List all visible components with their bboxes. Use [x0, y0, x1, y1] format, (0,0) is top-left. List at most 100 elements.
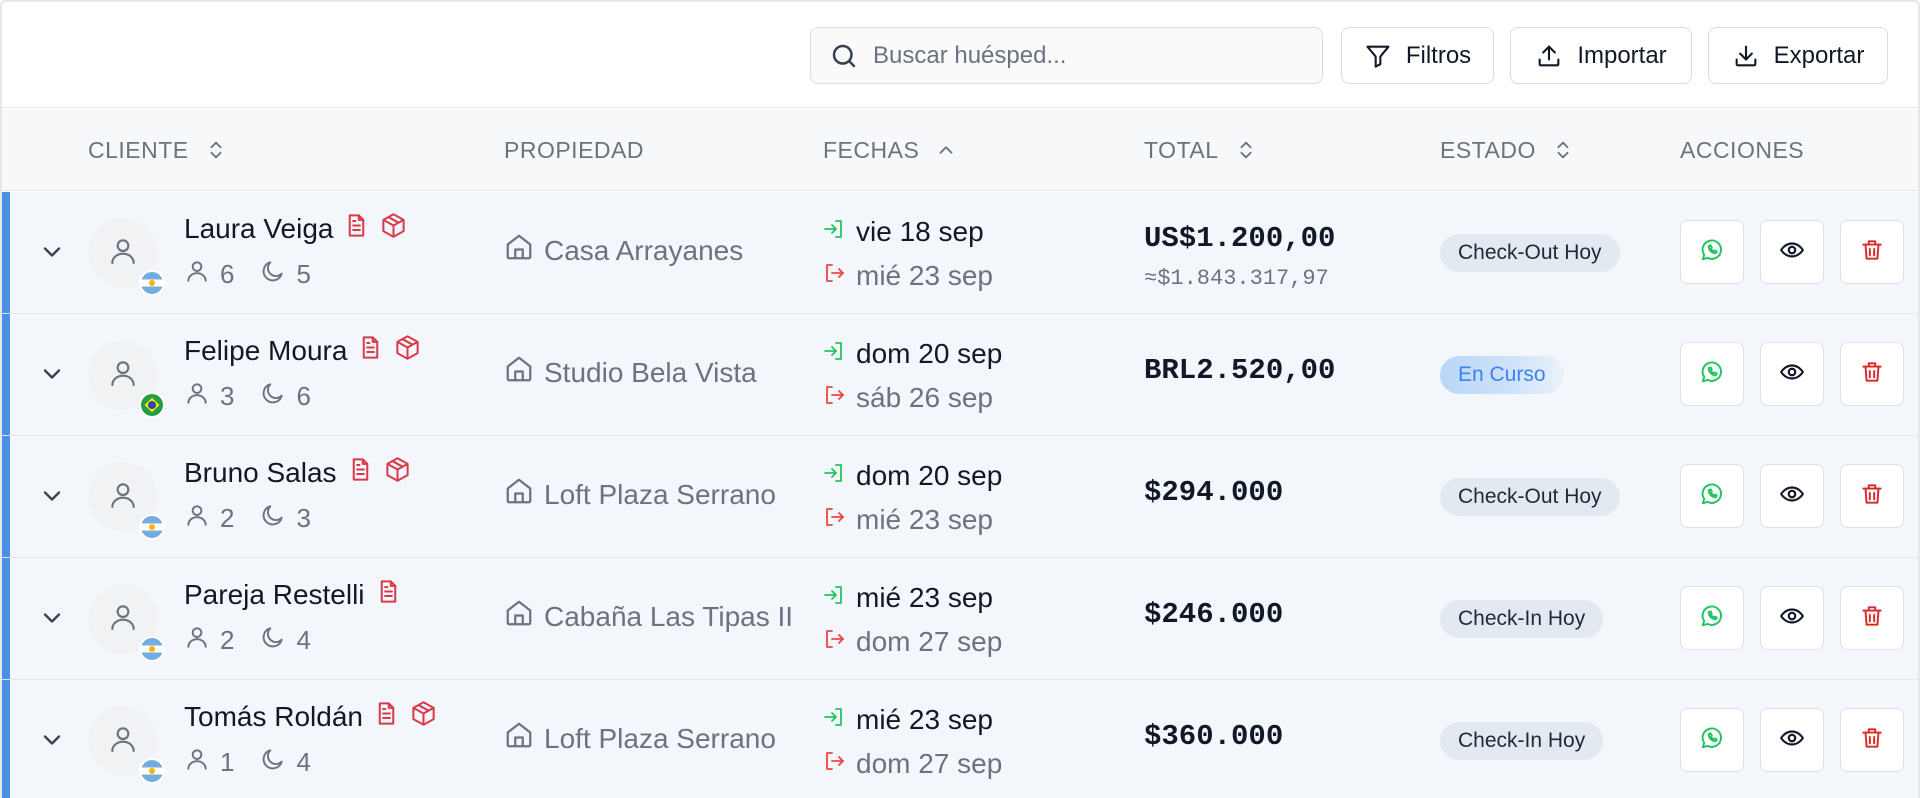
table-row[interactable]: Felipe Moura 3 6 Studio Bela Vista dom 2…: [2, 314, 1918, 436]
document-icon[interactable]: [357, 334, 384, 368]
eye-icon: [1779, 237, 1805, 268]
document-icon[interactable]: [375, 578, 402, 612]
expand-row-chevron-icon[interactable]: [38, 238, 66, 266]
import-button[interactable]: Importar: [1510, 27, 1692, 84]
check-in-icon: [822, 704, 846, 736]
guest-name-text: Tomás Roldán: [184, 701, 363, 732]
user-icon: [107, 723, 139, 760]
table-row[interactable]: Pareja Restelli 2 4 Cabaña Las Tipas II …: [2, 558, 1918, 680]
property-cell: Casa Arrayanes: [504, 232, 743, 269]
whatsapp-button[interactable]: [1680, 464, 1744, 528]
reservations-table-panel: Buscar huésped... Filtros Importar Expor…: [0, 0, 1920, 798]
checkin-date: dom 20 sep: [856, 338, 1003, 369]
guest-meta: 1 4: [184, 746, 337, 779]
table-row[interactable]: Bruno Salas 2 3 Loft Plaza Serrano dom 2…: [2, 436, 1918, 558]
export-button[interactable]: Exportar: [1708, 27, 1888, 84]
view-button[interactable]: [1760, 342, 1824, 406]
document-icon[interactable]: [373, 700, 400, 734]
dates-cell: mié 23 sep dom 27 sep: [822, 698, 1002, 786]
dates-cell: dom 20 sep mié 23 sep: [822, 454, 1002, 542]
view-button[interactable]: [1760, 220, 1824, 284]
expand-row-chevron-icon[interactable]: [38, 482, 66, 510]
package-icon[interactable]: [394, 334, 421, 368]
argentina-flag: [139, 636, 165, 662]
guest-meta: 2 3: [184, 502, 337, 535]
whatsapp-button[interactable]: [1680, 586, 1744, 650]
column-header-total[interactable]: TOTAL: [1144, 109, 1257, 191]
checkout-date: mié 23 sep: [856, 504, 993, 535]
column-header-dates[interactable]: FECHAS: [823, 109, 957, 191]
property-name: Cabaña Las Tipas II: [544, 600, 794, 632]
table-row[interactable]: Laura Veiga 6 5 Casa Arrayanes vie 18 se…: [2, 192, 1918, 314]
filters-button[interactable]: Filtros: [1341, 27, 1494, 84]
delete-button[interactable]: [1840, 342, 1904, 406]
property-name: Loft Plaza Serrano: [544, 722, 776, 754]
moon-icon: [260, 380, 296, 413]
checkout-date: mié 23 sep: [856, 260, 993, 291]
eye-icon: [1779, 725, 1805, 756]
view-button[interactable]: [1760, 586, 1824, 650]
table-header: CLIENTE PROPIEDAD FECHAS TOTAL ESTADO AC…: [2, 109, 1918, 191]
nights-count: 4: [296, 747, 311, 777]
whatsapp-icon: [1699, 481, 1725, 512]
moon-icon: [260, 502, 296, 535]
package-icon[interactable]: [410, 700, 437, 734]
upload-icon: [1538, 45, 1560, 66]
checkin-date: vie 18 sep: [856, 216, 984, 247]
filter-icon: [1366, 45, 1390, 68]
property-cell: Loft Plaza Serrano: [504, 720, 776, 757]
package-icon[interactable]: [380, 212, 407, 246]
guests-icon: [184, 502, 220, 535]
whatsapp-button[interactable]: [1680, 342, 1744, 406]
guest-name-text: Laura Veiga: [184, 213, 334, 244]
checkin-line: mié 23 sep: [822, 576, 1002, 620]
column-header-status[interactable]: ESTADO: [1440, 109, 1574, 191]
guests-icon: [184, 258, 220, 291]
view-button[interactable]: [1760, 464, 1824, 528]
search-input[interactable]: Buscar huésped...: [810, 27, 1323, 84]
document-icon[interactable]: [347, 456, 374, 490]
row-accent-bar: [2, 680, 10, 798]
column-label-total: TOTAL: [1144, 136, 1219, 163]
column-label-actions: ACCIONES: [1680, 136, 1805, 163]
import-label: Importar: [1577, 41, 1667, 69]
moon-icon: [260, 746, 296, 779]
status-badge: Check-In Hoy: [1440, 600, 1604, 638]
whatsapp-button[interactable]: [1680, 220, 1744, 284]
table-row[interactable]: Tomás Roldán 1 4 Loft Plaza Serrano mié …: [2, 680, 1918, 798]
row-accent-bar: [2, 436, 10, 557]
delete-button[interactable]: [1840, 220, 1904, 284]
column-label-dates: FECHAS: [823, 136, 920, 163]
package-icon[interactable]: [384, 456, 411, 490]
home-icon: [504, 476, 534, 513]
checkin-date: mié 23 sep: [856, 704, 993, 735]
delete-button[interactable]: [1840, 464, 1904, 528]
delete-button[interactable]: [1840, 586, 1904, 650]
column-header-client[interactable]: CLIENTE: [88, 109, 227, 191]
guest-name-text: Bruno Salas: [184, 457, 337, 488]
view-button[interactable]: [1760, 708, 1824, 772]
check-out-icon: [822, 626, 846, 658]
sort-icon: [1240, 141, 1251, 159]
delete-button[interactable]: [1840, 708, 1904, 772]
column-label-status: ESTADO: [1440, 136, 1536, 163]
download-icon: [1735, 45, 1757, 66]
expand-row-chevron-icon[interactable]: [38, 360, 66, 388]
whatsapp-icon: [1699, 725, 1725, 756]
guests-icon: [184, 624, 220, 657]
expand-row-chevron-icon[interactable]: [38, 604, 66, 632]
column-header-property: PROPIEDAD: [504, 109, 644, 191]
trash-icon: [1859, 725, 1885, 756]
guest-name: Laura Veiga: [184, 212, 407, 246]
status-badge: Check-In Hoy: [1440, 722, 1604, 760]
document-icon[interactable]: [343, 212, 370, 246]
guests-count: 3: [220, 381, 235, 411]
guests-icon: [184, 746, 220, 779]
checkout-date: dom 27 sep: [856, 748, 1003, 779]
guest-name: Bruno Salas: [184, 456, 411, 490]
expand-row-chevron-icon[interactable]: [38, 726, 66, 754]
column-header-actions: ACCIONES: [1680, 109, 1804, 191]
whatsapp-button[interactable]: [1680, 708, 1744, 772]
checkin-line: vie 18 sep: [822, 210, 993, 254]
user-icon: [107, 357, 139, 394]
